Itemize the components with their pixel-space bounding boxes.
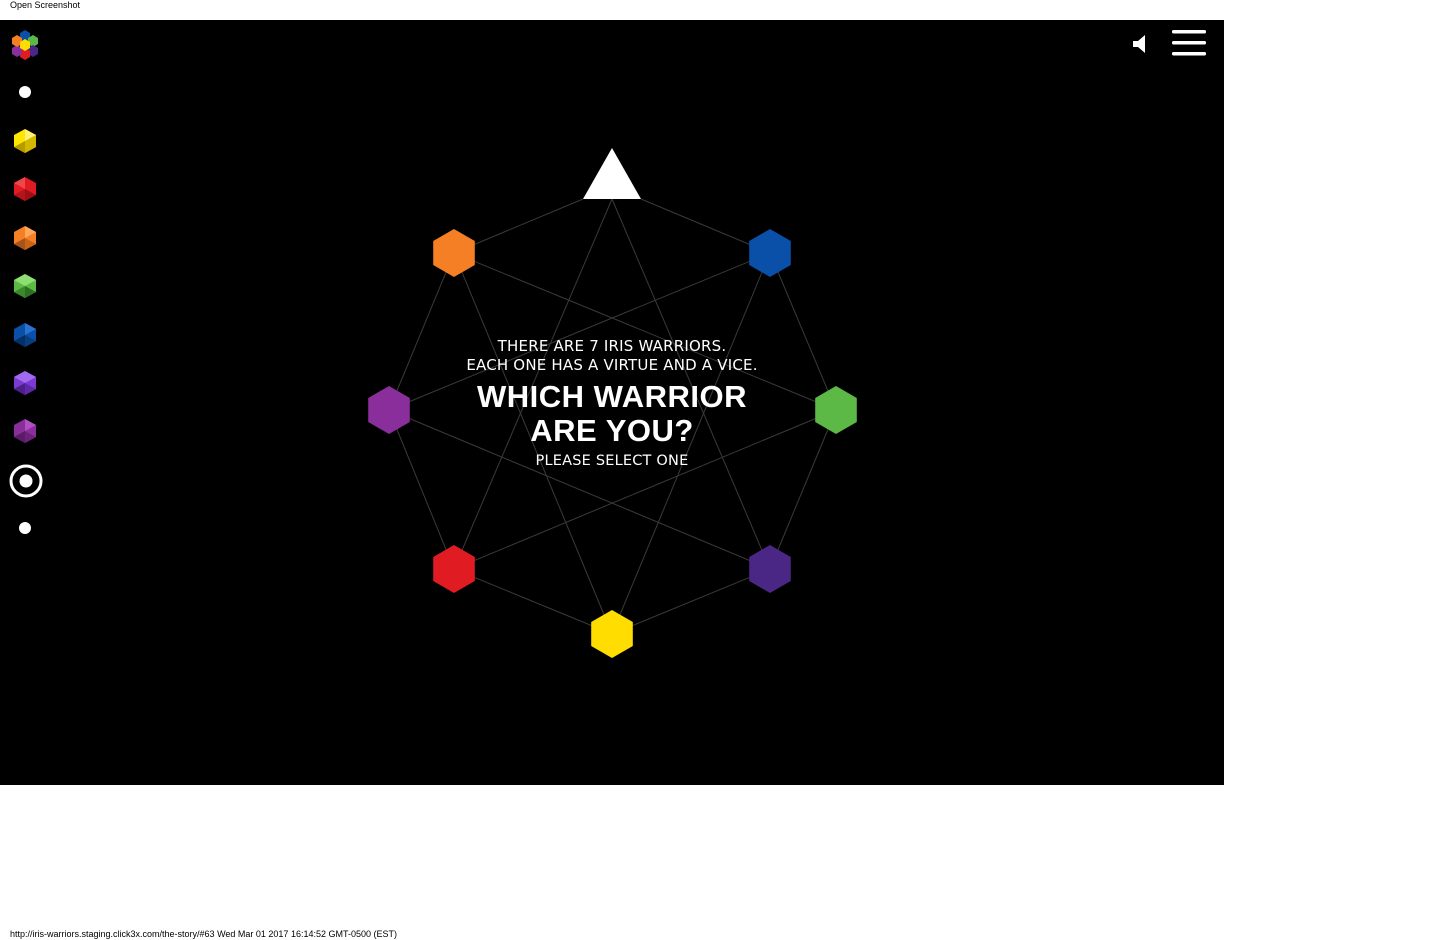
page-url-timestamp: http://iris-warriors.staging.click3x.com… (10, 929, 397, 939)
headline-line-2: ARE YOU? (530, 413, 694, 448)
blue-warrior-hexagon[interactable] (749, 229, 791, 277)
green-warrior-hexagon[interactable] (815, 386, 857, 434)
violet-warrior-hexagon[interactable] (368, 386, 410, 434)
headline-line-1: WHICH WARRIOR (477, 379, 747, 414)
intro-line-1: THERE ARE 7 IRIS WARRIORS. (497, 337, 727, 355)
purple-warrior-hexagon[interactable] (749, 545, 791, 593)
yellow-warrior-hexagon[interactable] (591, 610, 633, 658)
story-stage: THERE ARE 7 IRIS WARRIORS. EACH ONE HAS … (0, 20, 1224, 785)
intro-text-block: THERE ARE 7 IRIS WARRIORS. EACH ONE HAS … (412, 337, 812, 471)
intro-line-2: EACH ONE HAS A VIRTUE AND A VICE. (466, 356, 758, 374)
triangle-apex-icon (583, 148, 641, 199)
headline: WHICH WARRIOR ARE YOU? (412, 380, 812, 448)
red-warrior-hexagon[interactable] (433, 545, 475, 593)
orange-warrior-hexagon[interactable] (433, 229, 475, 277)
graph-edge (611, 568, 771, 635)
select-prompt: PLEASE SELECT ONE (535, 453, 689, 469)
graph-edge (453, 568, 613, 635)
screenshot-caption: Open Screenshot (10, 0, 81, 10)
